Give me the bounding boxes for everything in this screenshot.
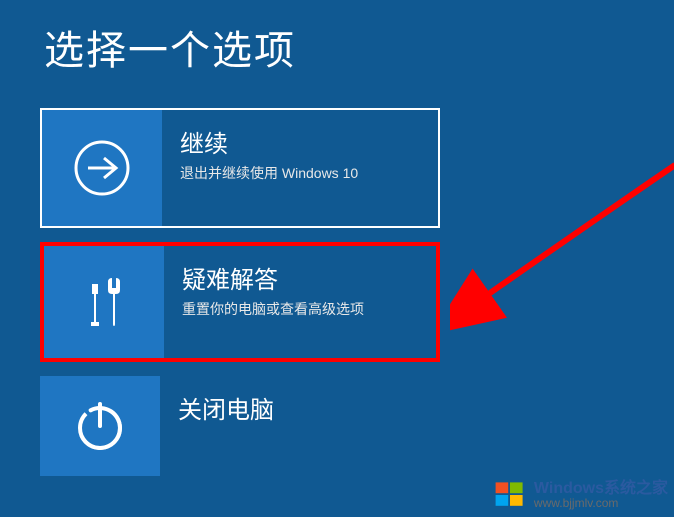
arrow-right-icon: [42, 110, 162, 226]
options-list: 继续 退出并继续使用 Windows 10 疑难解答 重置你的电脑或查看高级选项: [0, 108, 674, 476]
page-title: 选择一个选项: [0, 0, 674, 76]
windows-logo-icon: [492, 477, 528, 513]
option-text: 疑难解答 重置你的电脑或查看高级选项: [164, 246, 364, 358]
power-icon: [40, 376, 160, 476]
option-title: 疑难解答: [182, 260, 364, 295]
option-title: 继续: [180, 124, 358, 159]
option-shutdown[interactable]: 关闭电脑: [40, 376, 440, 476]
watermark-brand: Windows系统之家: [534, 480, 668, 498]
option-title: 关闭电脑: [178, 390, 274, 425]
tools-icon: [44, 246, 164, 358]
option-desc: 退出并继续使用 Windows 10: [180, 163, 358, 183]
option-troubleshoot[interactable]: 疑难解答 重置你的电脑或查看高级选项: [40, 242, 440, 362]
option-text: 关闭电脑: [160, 376, 274, 476]
watermark-url: www.bjjmlv.com: [534, 497, 668, 510]
option-desc: 重置你的电脑或查看高级选项: [182, 299, 364, 319]
watermark: Windows系统之家 www.bjjmlv.com: [486, 473, 674, 517]
option-continue[interactable]: 继续 退出并继续使用 Windows 10: [40, 108, 440, 228]
option-text: 继续 退出并继续使用 Windows 10: [162, 110, 358, 226]
